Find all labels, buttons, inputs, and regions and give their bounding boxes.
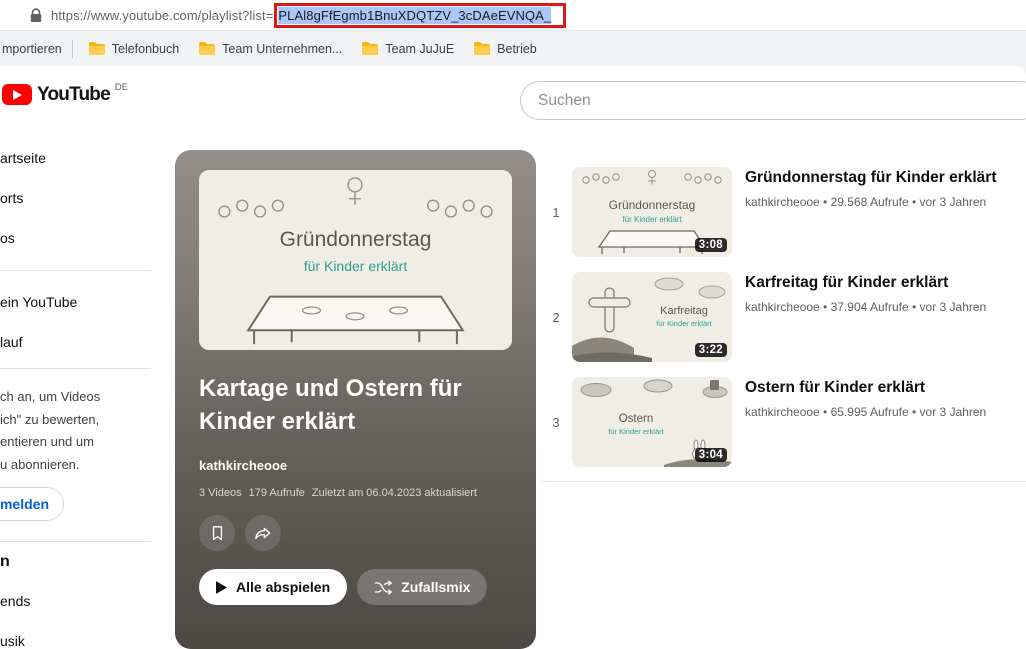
sidebar-item-abos[interactable]: os (0, 218, 46, 258)
youtube-logo-text: YouTube (37, 84, 110, 105)
sidebar-item-musik[interactable]: usik (0, 621, 30, 649)
sidebar-nav: artseite orts os (0, 138, 46, 258)
video-row: 2 Karfreitag für Kinder erklärt 3:22 Kar… (540, 272, 1026, 362)
url-text: https://www.youtube.com/playlist?list= PL… (51, 3, 566, 28)
bookmark-label: Team Unternehmen... (222, 42, 342, 56)
video-info: Ostern für Kinder erklärt kathkircheooe … (732, 377, 986, 467)
sidebar-item-trends[interactable]: ends (0, 581, 30, 621)
video-info: Karfreitag für Kinder erklärt kathkirche… (732, 272, 986, 362)
playlist-thumbnail[interactable]: Gründonnerstag für Kinder erklärt (199, 170, 512, 350)
video-index: 2 (540, 272, 572, 362)
sidebar-library: ein YouTube lauf (0, 282, 77, 362)
playlist-thumbnail-caption: Gründonnerstag für Kinder erklärt (199, 228, 512, 274)
play-icon (216, 581, 227, 594)
video-title[interactable]: Karfreitag für Kinder erklärt (745, 274, 986, 292)
playlist-updated: Zuletzt am 06.04.2023 aktualisiert (312, 487, 477, 499)
bookmark-label: Team JuJuE (385, 42, 454, 56)
video-meta: kathkircheooe • 65.995 Aufrufe • vor 3 J… (745, 405, 986, 419)
folder-icon (474, 42, 490, 55)
video-meta: kathkircheooe • 37.904 Aufrufe • vor 3 J… (745, 300, 986, 314)
thumbnail-caption: Gründonnerstag für Kinder erklärt (572, 198, 732, 224)
save-playlist-button[interactable] (199, 515, 235, 551)
bookmark-folder[interactable]: Team Unternehmen... (189, 31, 352, 66)
bookmark-folder[interactable]: Telefonbuch (79, 31, 189, 66)
signin-button[interactable]: melden (0, 487, 64, 521)
bookmark-label: mportieren (2, 42, 62, 56)
search-input[interactable] (520, 81, 1026, 120)
url-prefix: https://www.youtube.com/playlist?list= (51, 8, 273, 23)
share-button[interactable] (245, 515, 281, 551)
thumbnail-caption: Ostern für Kinder erklärt (586, 413, 686, 436)
bookmark-folder[interactable]: Betrieb (464, 31, 547, 66)
duration-badge: 3:22 (695, 343, 727, 357)
thumbnail-caption: Karfreitag für Kinder erklärt (642, 305, 726, 328)
play-all-button[interactable]: Alle abspielen (199, 569, 347, 605)
bookmarks-separator (72, 40, 73, 58)
shuffle-icon (374, 580, 392, 595)
folder-icon (199, 42, 215, 55)
sidebar-section-header: n (0, 553, 10, 571)
video-index: 1 (540, 167, 572, 257)
video-thumbnail[interactable]: Gründonnerstag für Kinder erklärt 3:08 (572, 167, 732, 257)
video-thumbnail[interactable]: Karfreitag für Kinder erklärt 3:22 (572, 272, 732, 362)
url-selected-text: PLAl8gFfEgmb1BnuXDQTZV_3cDAeEVNQA_ (278, 7, 551, 24)
youtube-region-badge: DE (115, 82, 128, 93)
sidebar-item-verlauf[interactable]: lauf (0, 322, 77, 362)
bookmark-icon (208, 524, 227, 543)
signin-prompt: ch an, um Videos ich" zu bewerten, entie… (0, 386, 158, 476)
duration-badge: 3:04 (695, 448, 727, 462)
annotation-red-box: PLAl8gFfEgmb1BnuXDQTZV_3cDAeEVNQA_ (274, 3, 566, 28)
playlist-actions (199, 515, 512, 551)
folder-icon (89, 42, 105, 55)
playlist-channel-link[interactable]: kathkircheooe (199, 458, 512, 473)
video-title[interactable]: Gründonnerstag für Kinder erklärt (745, 169, 996, 187)
sidebar-divider (0, 270, 151, 271)
video-row: 1 Gründonnerstag für Kinder erklärt 3:08 (540, 167, 1026, 257)
video-info: Gründonnerstag für Kinder erklärt kathki… (732, 167, 996, 257)
list-divider (540, 481, 1026, 482)
bookmarks-bar: mportieren Telefonbuch Team Unternehmen.… (0, 31, 1026, 66)
bookmark-folder[interactable]: Team JuJuE (352, 31, 464, 66)
playlist-header-card: Gründonnerstag für Kinder erklärt Kartag… (175, 150, 536, 649)
duration-badge: 3:08 (695, 238, 727, 252)
share-icon (253, 523, 273, 543)
video-index: 3 (540, 377, 572, 467)
browser-address-bar[interactable]: https://www.youtube.com/playlist?list= PL… (0, 0, 1026, 31)
video-row: 3 Ostern für Kinder erklärt 3:04 (540, 377, 1026, 467)
youtube-logo[interactable]: YouTube DE (2, 84, 128, 105)
youtube-header: YouTube DE (0, 66, 1026, 124)
video-meta: kathkircheooe • 29.568 Aufrufe • vor 3 J… (745, 195, 996, 209)
video-thumbnail[interactable]: Ostern für Kinder erklärt 3:04 (572, 377, 732, 467)
sidebar-divider (0, 541, 151, 542)
playlist-video-count: 3 Videos (199, 487, 242, 499)
sidebar-item-shorts[interactable]: orts (0, 178, 46, 218)
youtube-play-icon (2, 84, 32, 105)
lock-icon (30, 8, 42, 23)
sidebar-item-startseite[interactable]: artseite (0, 138, 46, 178)
sidebar-explore: ends usik (0, 581, 30, 649)
sidebar-divider (0, 368, 151, 369)
playlist-title: Kartage und Ostern für Kinder erklärt (199, 372, 499, 438)
shuffle-button[interactable]: Zufallsmix (357, 569, 487, 605)
video-title[interactable]: Ostern für Kinder erklärt (745, 379, 986, 397)
folder-icon (362, 42, 378, 55)
browser-window: https://www.youtube.com/playlist?list= PL… (0, 0, 1026, 649)
bookmark-label: Telefonbuch (112, 42, 179, 56)
bookmark-label: Betrieb (497, 42, 537, 56)
bookmark-item[interactable]: mportieren (0, 31, 70, 66)
playlist-buttons: Alle abspielen Zufallsmix (199, 569, 512, 605)
playlist-stats: 3 Videos 179 Aufrufe Zuletzt am 06.04.20… (199, 487, 512, 499)
playlist-view-count: 179 Aufrufe (249, 487, 305, 499)
playlist-video-list: 1 Gründonnerstag für Kinder erklärt 3:08 (540, 167, 1026, 482)
sidebar-item-mein-youtube[interactable]: ein YouTube (0, 282, 77, 322)
